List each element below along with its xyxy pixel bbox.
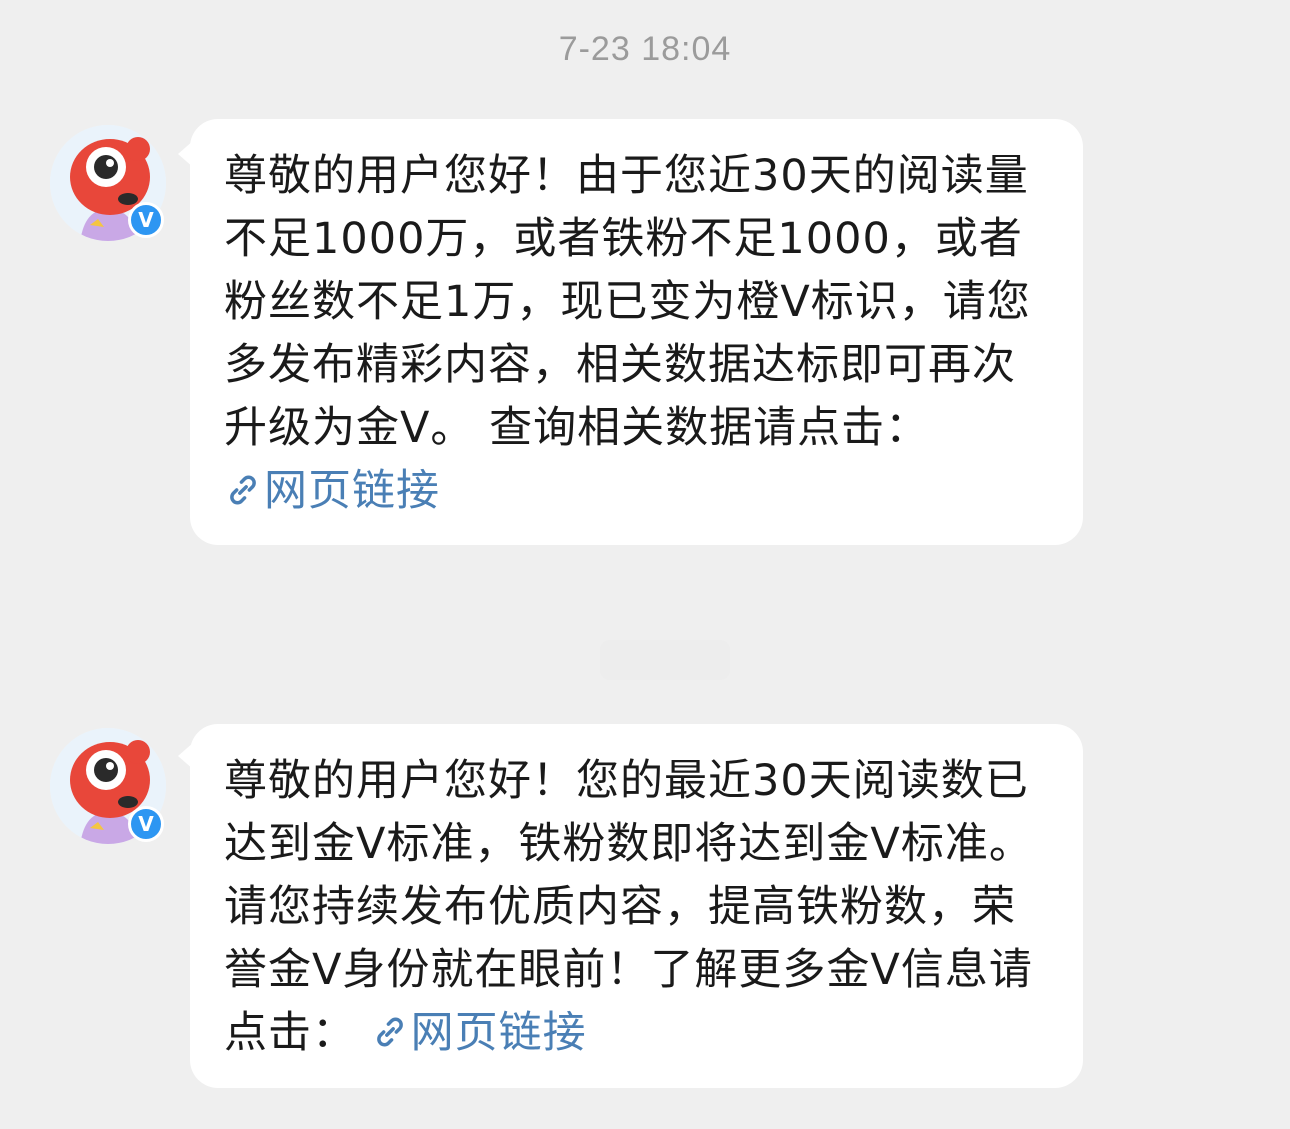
verified-v-badge-icon: V <box>128 806 164 842</box>
link-chain-icon <box>376 1017 403 1047</box>
message-bubble: 尊敬的用户您好！由于您近30天的阅读量不足1000万，或者铁粉不足1000，或者… <box>190 119 1083 545</box>
message-body: 尊敬的用户您好！由于您近30天的阅读量不足1000万，或者铁粉不足1000，或者… <box>224 151 1031 453</box>
message-text: 尊敬的用户您好！您的最近30天阅读数已达到金V标准，铁粉数即将达到金V标准。请您… <box>224 750 1043 1065</box>
message-text: 尊敬的用户您好！由于您近30天的阅读量不足1000万，或者铁粉不足1000，或者… <box>224 145 1043 523</box>
message-timestamp: 7-23 18:04 <box>558 30 732 68</box>
link-chain-icon <box>230 475 256 505</box>
message-bubble: 尊敬的用户您好！您的最近30天阅读数已达到金V标准，铁粉数即将达到金V标准。请您… <box>190 724 1083 1088</box>
web-link-label[interactable]: 网页链接 <box>264 466 440 516</box>
web-link[interactable]: 网页链接 <box>224 466 440 516</box>
faint-divider <box>600 640 730 680</box>
verified-v-badge-icon: V <box>128 202 164 238</box>
message-body: 尊敬的用户您好！您的最近30天阅读数已达到金V标准，铁粉数即将达到金V标准。请您… <box>224 756 1033 1058</box>
web-link-label[interactable]: 网页链接 <box>411 1008 587 1058</box>
web-link[interactable]: 网页链接 <box>371 1008 587 1058</box>
